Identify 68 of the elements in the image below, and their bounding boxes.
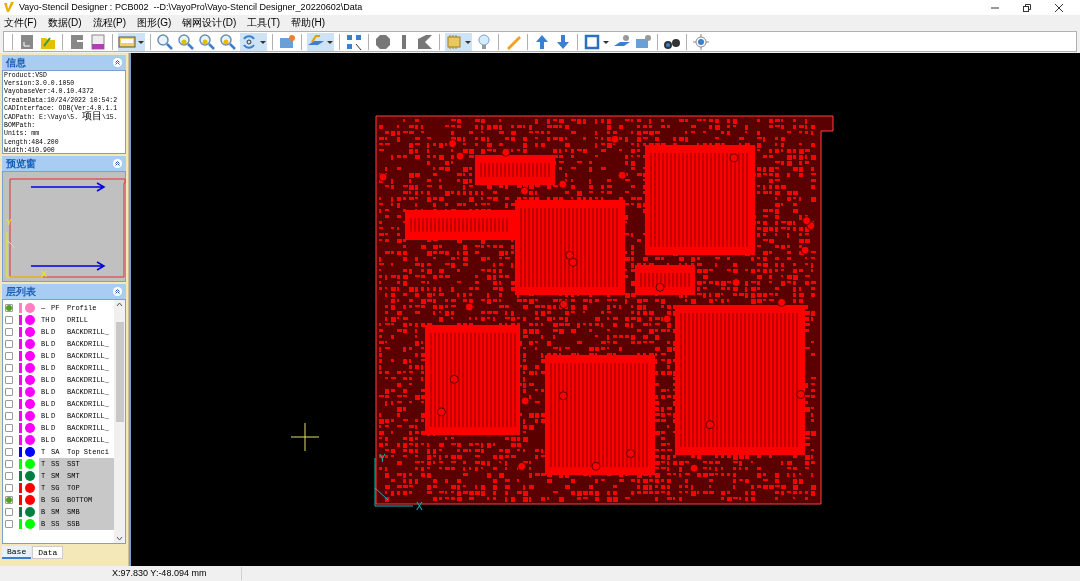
layer-checkbox[interactable] [5,328,13,336]
zoom-fit-icon[interactable] [177,32,195,51]
panel-title: 层列表 [6,285,36,299]
layer-checkbox[interactable] [5,364,13,372]
layer-checkbox[interactable] [5,424,13,432]
layer-checkbox[interactable] [5,436,13,444]
crosshair-icon [291,423,319,451]
collapse-icon[interactable] [113,159,122,168]
collapse-icon[interactable] [113,58,122,67]
close-icon[interactable] [1054,2,1064,13]
layer-checkbox[interactable] [5,520,13,528]
scroll-up-icon[interactable] [116,302,123,307]
layer-icon[interactable] [307,32,334,51]
collapse-icon[interactable] [113,287,122,296]
arrow-icon [30,182,106,192]
menu-item[interactable]: 流程(P) [92,15,126,30]
panel-title: 预览窗 [6,157,36,171]
layer-checkbox[interactable] [5,448,13,456]
panel-title: 信息 [6,56,26,70]
board-icon[interactable] [278,32,296,51]
layer-checkbox[interactable] [5,304,13,312]
octagon-icon[interactable] [374,32,392,51]
bottom-tab[interactable]: Base [2,546,32,559]
axis-label: Y [6,216,12,229]
layer-checkbox[interactable] [5,484,13,492]
wedge-icon[interactable] [416,32,434,51]
bom-icon[interactable] [89,32,107,51]
square-icon[interactable] [583,32,610,51]
layer-checkbox[interactable] [5,496,13,504]
zoom-in-icon[interactable] [198,32,216,51]
layer-checkbox[interactable] [5,460,13,468]
target-icon[interactable] [692,32,710,51]
layer-checkbox[interactable] [5,316,13,324]
app-logo-icon [4,2,15,13]
scroll-thumb[interactable] [115,321,124,422]
units-icon[interactable] [118,32,145,51]
grid-select-icon[interactable] [345,32,363,51]
bottom-tab[interactable]: Data [32,546,64,559]
scroll-down-icon[interactable] [116,536,123,541]
layer-checkbox[interactable] [5,388,13,396]
scrollbar[interactable] [114,300,125,543]
layer-checkbox[interactable] [5,508,13,516]
layer-checkbox[interactable] [5,472,13,480]
axis-label: X [41,268,47,281]
arrow-down-icon[interactable] [554,32,572,51]
restore-icon[interactable] [1022,2,1032,13]
import-icon[interactable] [68,32,86,51]
status-coordinates: X:97.830 Y:-48.094 mm [112,566,242,581]
new-file-icon[interactable] [18,32,36,51]
layer-checkbox[interactable] [5,412,13,420]
menu-item[interactable]: 工具(T) [247,15,281,30]
menu-item[interactable]: 钢网设计(D) [182,15,237,30]
menu-item[interactable]: 帮助(H) [291,15,326,30]
lightbulb-icon[interactable] [475,32,493,51]
layer-checkbox[interactable] [5,400,13,408]
window-title: Vayo-Stencil Designer : PCB002 --D:\VayoPro\Vayo-Stencil Designer_20220602\Data [19,0,363,14]
menu-item[interactable]: 图形(G) [137,15,172,30]
zoom-out-icon[interactable] [219,32,237,51]
layer-checkbox[interactable] [5,376,13,384]
menu-item[interactable]: 文件(F) [4,15,37,30]
board-tool-icon[interactable] [634,32,652,51]
menu-item[interactable]: 数据(D) [47,15,82,30]
arrow-icon [30,261,106,271]
chip-icon[interactable] [445,32,472,51]
layer-checkbox[interactable] [5,340,13,348]
zoom-icon[interactable] [156,32,174,51]
rotate-icon[interactable] [240,32,267,51]
layer-checkbox[interactable] [5,352,13,360]
